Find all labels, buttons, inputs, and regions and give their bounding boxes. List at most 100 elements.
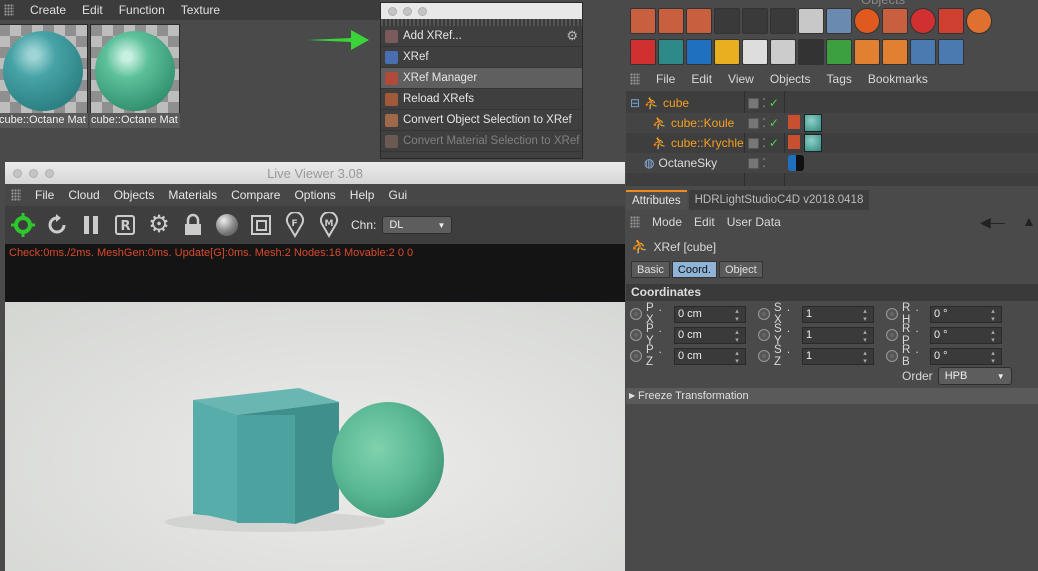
subtab-object[interactable]: Object: [718, 261, 763, 278]
sphere-blue-icon[interactable]: [686, 39, 712, 65]
sy-field[interactable]: 1: [802, 326, 874, 344]
orange-box-icon[interactable]: [854, 39, 880, 65]
menu-texture[interactable]: Texture: [181, 3, 220, 17]
lv-menu-materials[interactable]: Materials: [168, 188, 217, 202]
enabled-check-icon[interactable]: ✓: [769, 96, 779, 110]
order-select[interactable]: HPB ▼: [937, 367, 1012, 385]
lv-menu-compare[interactable]: Compare: [231, 188, 280, 202]
attr-menu-mode[interactable]: Mode: [652, 215, 682, 229]
layer-box[interactable]: [748, 97, 759, 109]
s-orange-icon[interactable]: [854, 8, 880, 34]
om-menu-file[interactable]: File: [656, 72, 675, 86]
rh-field[interactable]: 0 °: [930, 305, 1002, 323]
animate-radio[interactable]: [630, 329, 642, 341]
visibility-dots-icon[interactable]: ⁚: [762, 136, 766, 150]
sz-field[interactable]: 1: [802, 347, 874, 365]
camera-red-icon[interactable]: [630, 39, 656, 65]
menu-item-add-xref[interactable]: Add XRef... ⚙: [381, 26, 582, 47]
visibility-dots-icon[interactable]: ⁚: [762, 156, 766, 170]
animate-radio[interactable]: [630, 308, 642, 320]
light-panel-icon[interactable]: [742, 39, 768, 65]
lv-menu-cloud[interactable]: Cloud: [68, 188, 99, 202]
grip-icon[interactable]: [11, 189, 21, 201]
up-arrow-icon[interactable]: ▲: [1022, 213, 1036, 229]
tab-attributes[interactable]: Attributes: [626, 190, 687, 210]
sphere-half-icon[interactable]: [658, 39, 684, 65]
menu-item-xref-manager[interactable]: XRef Manager: [381, 68, 582, 89]
pz-field[interactable]: 0 cm: [674, 347, 746, 365]
lv-menu-options[interactable]: Options: [294, 188, 335, 202]
animate-radio[interactable]: [886, 329, 898, 341]
spotlight-icon[interactable]: [798, 39, 824, 65]
sun-icon[interactable]: [714, 39, 740, 65]
python-icon[interactable]: [910, 39, 936, 65]
om-menu-bookmarks[interactable]: Bookmarks: [868, 72, 928, 86]
animate-radio[interactable]: [886, 350, 898, 362]
menu-create[interactable]: Create: [30, 3, 66, 17]
lock-icon[interactable]: [179, 211, 207, 239]
tools-icon[interactable]: [798, 8, 824, 34]
grip-icon[interactable]: [630, 73, 640, 85]
rp-field[interactable]: 0 °: [930, 326, 1002, 344]
object-row-cube[interactable]: ⊟ ⛹ cube ⁚ ✓: [626, 93, 1038, 113]
enabled-check-icon[interactable]: ✓: [769, 136, 779, 150]
object-row-octanesky[interactable]: ◍ OctaneSky ⁚: [626, 153, 1038, 173]
refresh-icon[interactable]: [43, 211, 71, 239]
lv-menu-help[interactable]: Help: [350, 188, 375, 202]
clapper-check-icon[interactable]: [742, 8, 768, 34]
layer-box[interactable]: [748, 137, 759, 149]
attr-menu-user-data[interactable]: User Data: [727, 215, 781, 229]
om-menu-edit[interactable]: Edit: [691, 72, 712, 86]
rb-field[interactable]: 0 °: [930, 347, 1002, 365]
pin-m-icon[interactable]: M: [315, 211, 343, 239]
visibility-dots-icon[interactable]: ⁚: [762, 116, 766, 130]
pin-f-icon[interactable]: F: [281, 211, 309, 239]
material-thumb[interactable]: cube::Octane Mat: [90, 24, 180, 128]
python-2-icon[interactable]: [938, 39, 964, 65]
pin-red-icon[interactable]: [938, 8, 964, 34]
lv-menu-objects[interactable]: Objects: [114, 188, 155, 202]
material-tag-icon[interactable]: [804, 134, 822, 152]
hierarchy-s-icon[interactable]: [882, 8, 908, 34]
r-icon[interactable]: R: [111, 211, 139, 239]
back-arrow-icon[interactable]: ◀—: [980, 214, 1005, 231]
menu-item-reload-xrefs[interactable]: Reload XRefs: [381, 89, 582, 110]
timeline-x-icon[interactable]: [686, 8, 712, 34]
octane-icon[interactable]: [9, 211, 37, 239]
menu-edit[interactable]: Edit: [82, 3, 103, 17]
channel-select[interactable]: DL ▼: [382, 216, 453, 234]
menu-function[interactable]: Function: [119, 3, 165, 17]
visibility-dots-icon[interactable]: ⁚: [762, 96, 766, 110]
zoom-dot-icon[interactable]: [418, 7, 427, 16]
material-tag-icon[interactable]: [804, 114, 822, 132]
menu-item-xref[interactable]: XRef: [381, 47, 582, 68]
attr-menu-edit[interactable]: Edit: [694, 215, 715, 229]
animate-radio[interactable]: [758, 308, 770, 320]
om-menu-objects[interactable]: Objects: [770, 72, 811, 86]
lv-menu-gui[interactable]: Gui: [388, 188, 407, 202]
layer-box[interactable]: [748, 157, 759, 169]
tag-octane-icon[interactable]: [788, 115, 800, 129]
object-row-krychle[interactable]: ⛹ cube::Krychle ⁚ ✓: [626, 133, 1038, 153]
freeze-transformation-section[interactable]: ▶ Freeze Transformation: [626, 388, 1038, 404]
tab-hdrlightstudio[interactable]: HDRLightStudioC4D v2018.0418: [688, 190, 870, 210]
material-ball-icon[interactable]: [213, 211, 241, 239]
sky-tag-icon[interactable]: [788, 155, 804, 171]
orange-box-2-icon[interactable]: [882, 39, 908, 65]
animate-radio[interactable]: [758, 329, 770, 341]
sx-field[interactable]: 1: [802, 305, 874, 323]
pause-icon[interactable]: [77, 211, 105, 239]
timeline-icon[interactable]: [630, 8, 656, 34]
om-menu-tags[interactable]: Tags: [827, 72, 852, 86]
grip-icon[interactable]: [4, 4, 14, 16]
menu-item-convert-object[interactable]: Convert Object Selection to XRef: [381, 110, 582, 131]
live-viewer-titlebar[interactable]: Live Viewer 3.08: [5, 162, 625, 184]
subtab-basic[interactable]: Basic: [631, 261, 670, 278]
animate-radio[interactable]: [758, 350, 770, 362]
subtab-coord[interactable]: Coord.: [671, 261, 717, 278]
enabled-check-icon[interactable]: ✓: [769, 116, 779, 130]
s-blue-icon[interactable]: [826, 8, 852, 34]
animate-radio[interactable]: [630, 350, 642, 362]
grip-icon[interactable]: [630, 216, 640, 228]
timeline-check-icon[interactable]: [658, 8, 684, 34]
